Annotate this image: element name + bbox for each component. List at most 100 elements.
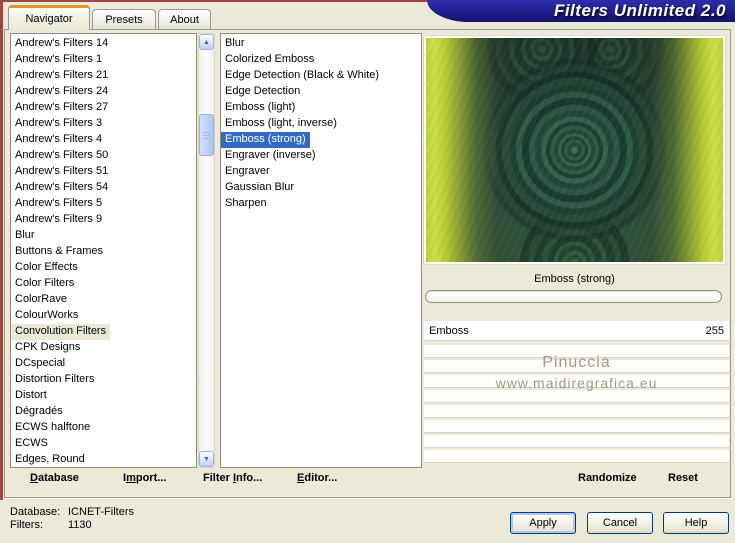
list-item[interactable]: Edge Detection (Black & White) [221,68,383,84]
tab-presets[interactable]: Presets [92,9,156,30]
apply-label: Apply [529,517,557,529]
category-scrollbar[interactable]: ▲ ▼ [198,33,215,468]
status-database-label: Database: [10,506,61,518]
status-database-value: ICNET-Filters [68,506,134,518]
preview-frame [424,36,725,264]
list-item[interactable]: Emboss (strong) [221,132,310,148]
import-button[interactable]: Import... [123,472,166,488]
list-item[interactable]: Blur [11,228,39,244]
scroll-down-icon: ▼ [203,455,210,463]
list-item[interactable]: ColourWorks [11,308,82,324]
cancel-label: Cancel [602,517,638,529]
list-item[interactable]: Andrew's Filters 24 [11,84,112,100]
list-item[interactable]: Color Effects [11,260,82,276]
list-item[interactable]: Edge Detection [221,84,304,100]
list-item[interactable]: Colorized Emboss [221,52,318,68]
empty-parameter-row [424,360,729,372]
empty-parameter-row [424,435,729,447]
list-item[interactable]: ColorRave [11,292,71,308]
preview-image[interactable] [426,38,723,262]
empty-parameter-row [424,405,729,417]
title-banner: Filters Unlimited 2.0 [427,0,735,22]
list-item[interactable]: Engraver (inverse) [221,148,319,164]
reset-label: Reset [668,472,698,484]
list-item[interactable]: CPK Designs [11,340,84,356]
empty-parameter-row [424,375,729,387]
status-area: Database: ICNET-Filters Filters: 1130 [10,506,134,531]
selected-filter-caption: Emboss (strong) [534,273,615,285]
parameter-name: Emboss [429,324,469,337]
list-item[interactable]: DCspecial [11,356,69,372]
list-item[interactable]: Andrew's Filters 27 [11,100,112,116]
filter-list[interactable]: Blur Colorized Emboss Edge Detection (Blac… [220,33,422,468]
list-item[interactable]: Andrew's Filters 9 [11,212,106,228]
app-title: Filters Unlimited 2.0 [553,1,726,20]
list-item[interactable]: Distortion Filters [11,372,98,388]
navigator-page: Andrew's Filters 14 Andrew's Filters 1 And… [4,29,731,498]
editor-label-post: ditor... [304,472,338,484]
empty-parameter-row [424,420,729,432]
apply-button[interactable]: Apply [510,512,576,534]
editor-button[interactable]: Editor... [297,472,337,488]
empty-parameter-row [424,450,729,462]
list-item[interactable]: Emboss (light, inverse) [221,116,341,132]
list-item[interactable]: Convolution Filters [11,324,111,340]
filter-info-label-post: nfo... [236,472,263,484]
list-item[interactable]: Color Filters [11,276,78,292]
list-item[interactable]: Andrew's Filters 3 [11,116,106,132]
database-button[interactable]: Database [30,472,79,488]
parameter-value: 255 [705,324,724,337]
list-item[interactable]: Andrew's Filters 1 [11,52,106,68]
cancel-button[interactable]: Cancel [587,512,653,534]
list-item[interactable]: Buttons & Frames [11,244,107,260]
tab-presets-label: Presets [105,14,143,26]
empty-parameter-row [424,390,729,402]
list-item[interactable]: Blur [221,36,249,52]
list-item[interactable]: Distort [11,388,51,404]
list-item[interactable]: Andrew's Filters 21 [11,68,112,84]
help-button[interactable]: Help [663,512,729,534]
list-item[interactable]: Andrew's Filters 14 [11,36,112,52]
scroll-up-button[interactable]: ▲ [199,34,214,50]
status-filters-label: Filters: [10,519,43,531]
list-item[interactable]: Dégradés [11,404,67,420]
status-filters-value: 1130 [68,519,92,531]
tab-navigator-label: Navigator [25,13,73,25]
parameter-row[interactable]: Emboss 255 [424,321,729,340]
help-label: Help [684,517,708,529]
list-item[interactable]: ECWS [11,436,52,452]
filter-info-label-pre: Filter [203,472,233,484]
scroll-down-button[interactable]: ▼ [199,451,214,467]
empty-parameter-rows [424,345,729,465]
list-item[interactable]: Andrew's Filters 4 [11,132,106,148]
list-item[interactable]: Edges, Round [11,452,89,467]
database-label-post: atabase [37,472,79,484]
database-label-key: D [30,472,38,484]
window-edge-top [0,0,470,2]
category-list[interactable]: Andrew's Filters 14 Andrew's Filters 1 And… [10,33,197,468]
filters-unlimited-dialog: Filters Unlimited 2.0 Navigator Presets … [0,0,735,543]
import-label-post: port... [135,472,167,484]
list-item[interactable]: Andrew's Filters 5 [11,196,106,212]
parameter-slider[interactable] [425,290,722,303]
list-item[interactable]: Engraver [221,164,274,180]
import-label-key: m [126,472,136,484]
tab-about-label: About [170,14,199,26]
preview-panel: Emboss (strong) Emboss 255 Pinuccia www.… [424,33,729,468]
list-item[interactable]: Emboss (light) [221,100,299,116]
tab-about[interactable]: About [158,9,211,30]
filter-info-button[interactable]: Filter Info... [203,472,262,488]
reset-button[interactable]: Reset [668,472,698,488]
list-item[interactable]: Gaussian Blur [221,180,298,196]
empty-parameter-row [424,345,729,357]
list-item[interactable]: ECWS halftone [11,420,94,436]
list-item[interactable]: Andrew's Filters 54 [11,180,112,196]
list-item[interactable]: Sharpen [221,196,271,212]
scroll-up-icon: ▲ [203,38,210,46]
randomize-label: Randomize [578,472,637,484]
list-item[interactable]: Andrew's Filters 50 [11,148,112,164]
randomize-button[interactable]: Randomize [578,472,637,488]
scrollbar-thumb[interactable] [199,114,214,156]
list-item[interactable]: Andrew's Filters 51 [11,164,112,180]
tab-navigator[interactable]: Navigator [8,5,90,30]
